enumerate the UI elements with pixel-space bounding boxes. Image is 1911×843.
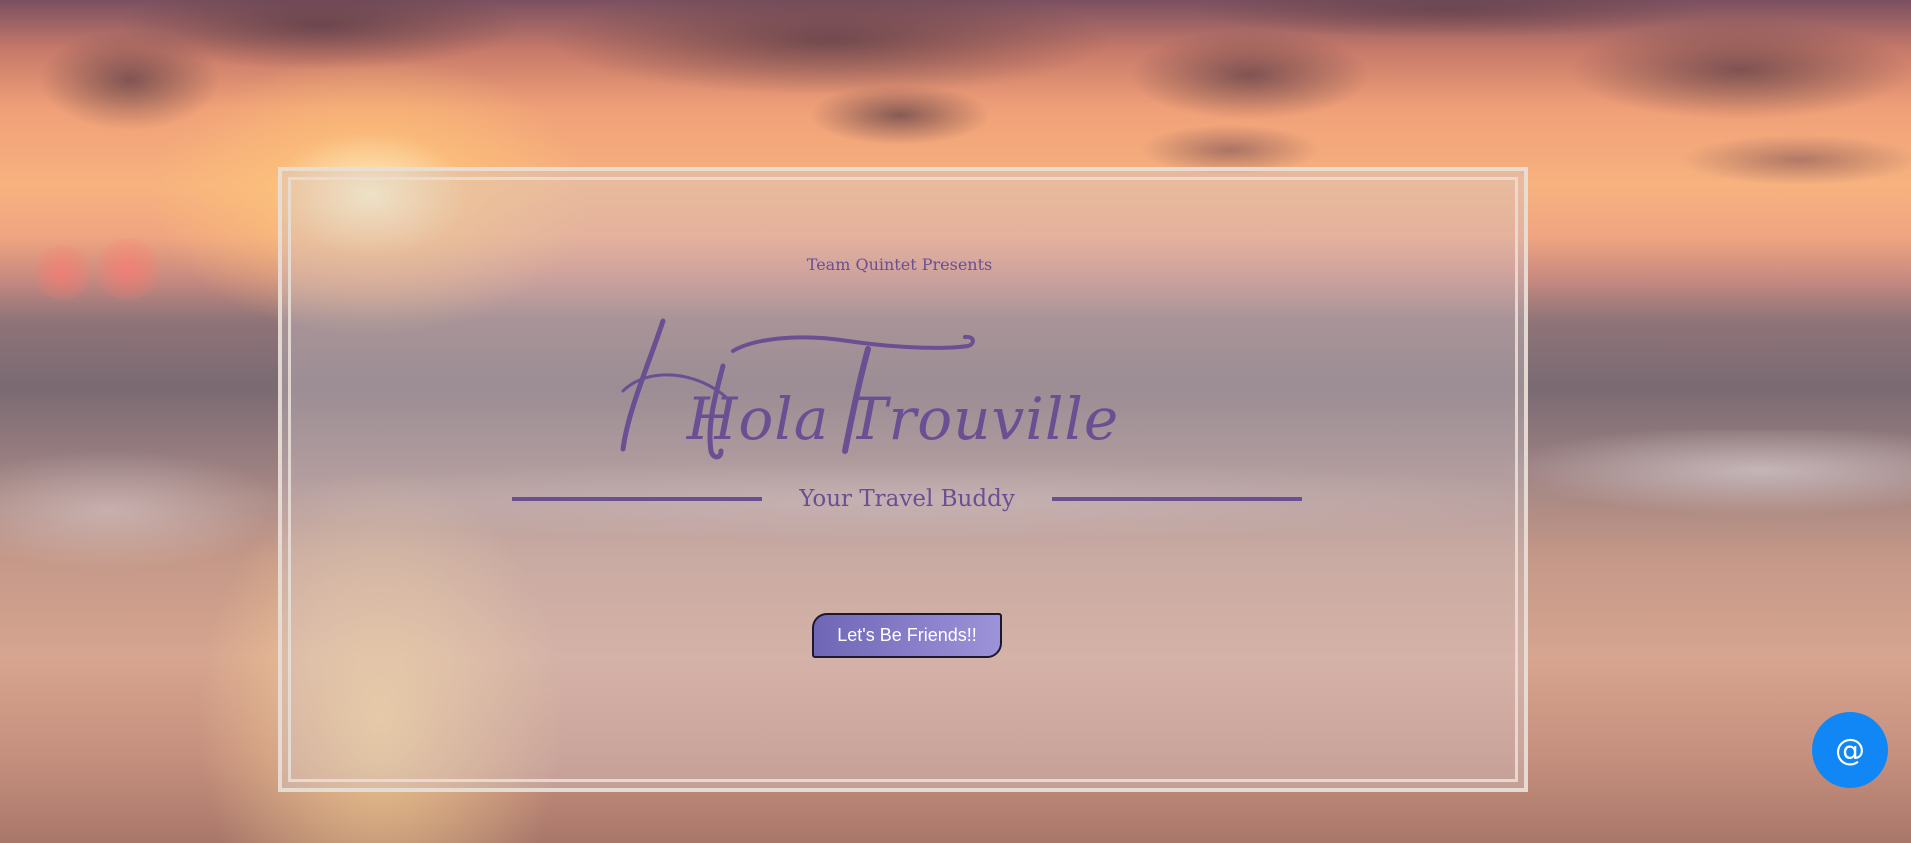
- hero-title-text: Hola Trouville: [686, 385, 1120, 453]
- presenter-text: Team Quintet Presents: [806, 255, 993, 274]
- hero-title: Hola Trouville: [282, 311, 1524, 461]
- hero-card: Team Quintet Presents Hola Trouville You…: [278, 167, 1528, 792]
- contact-button[interactable]: @: [1812, 712, 1888, 788]
- tagline-divider-right: [1052, 497, 1302, 501]
- tagline-text: Your Travel Buddy: [799, 486, 1015, 512]
- lens-flare: [35, 245, 90, 300]
- tagline-divider-left: [512, 497, 762, 501]
- lets-be-friends-button[interactable]: Let's Be Friends!!: [812, 613, 1002, 658]
- hero-title-script: Hola Trouville: [620, 318, 1120, 460]
- at-sign-icon: @: [1835, 732, 1865, 768]
- tagline-row: Your Travel Buddy: [512, 479, 1302, 519]
- title-flourish: [731, 334, 975, 353]
- lens-flare: [97, 238, 159, 300]
